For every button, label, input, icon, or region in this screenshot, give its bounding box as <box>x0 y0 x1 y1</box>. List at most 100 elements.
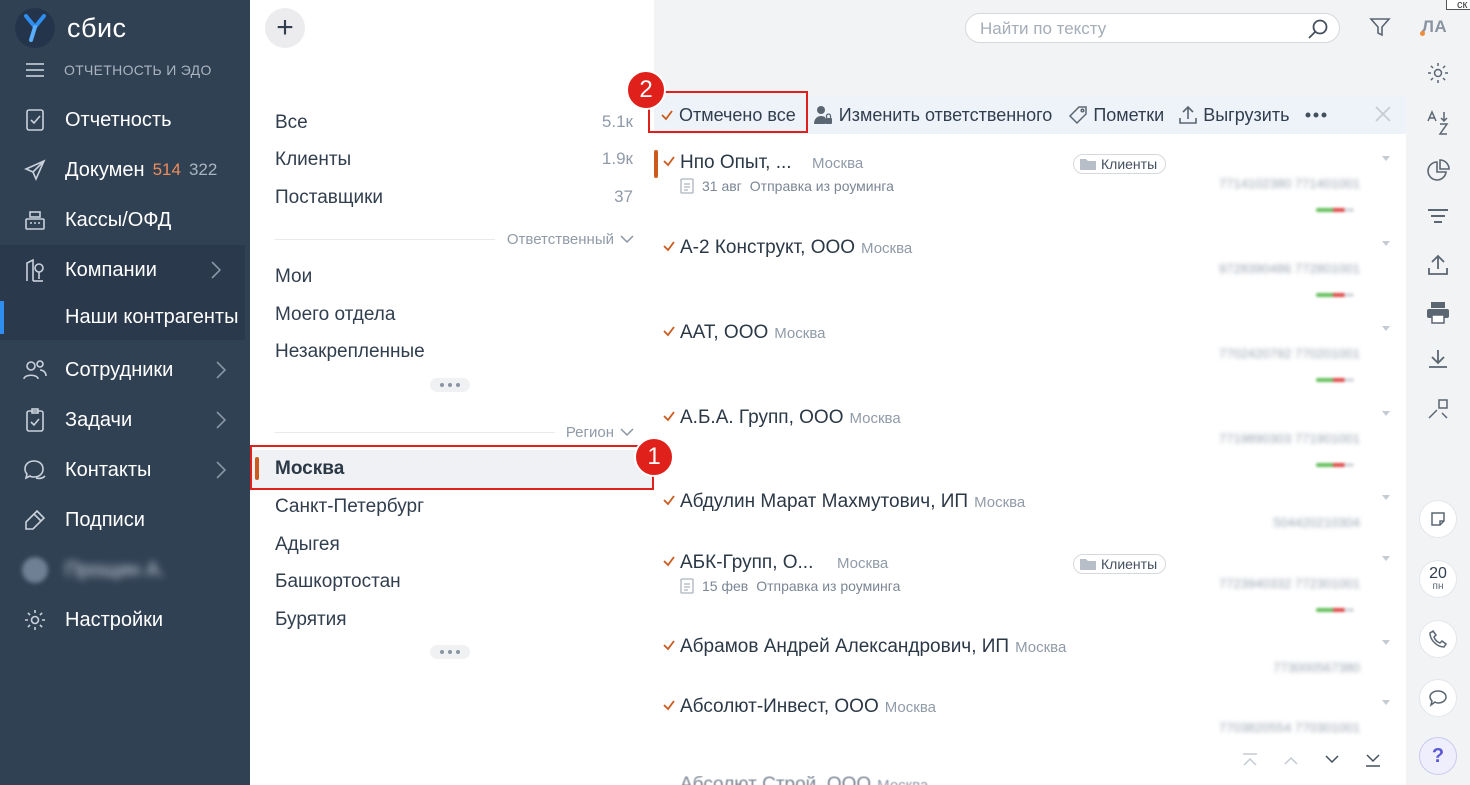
tag-icon <box>1069 106 1088 125</box>
pie-chart-icon[interactable] <box>1424 157 1452 185</box>
filter-label: Поставщики <box>275 187 384 208</box>
collapse-icon[interactable] <box>1424 395 1452 423</box>
chevron-right-icon[interactable] <box>216 461 227 485</box>
row-checkbox[interactable] <box>662 324 676 343</box>
scroll-top-button[interactable] <box>1234 746 1265 774</box>
call-button[interactable] <box>1419 620 1457 658</box>
chevron-right-icon[interactable] <box>211 261 222 285</box>
more-actions-button[interactable] <box>1305 112 1327 118</box>
row-checkbox[interactable] <box>662 239 676 258</box>
filter-my-department[interactable]: Моего отдела <box>275 304 633 326</box>
row-menu-icon[interactable] <box>1382 326 1390 331</box>
filter-all[interactable]: Все 5.1к <box>275 112 633 134</box>
scroll-up-button[interactable] <box>1275 746 1306 774</box>
filter-region[interactable]: Бурятия <box>275 609 633 631</box>
sort-az-icon[interactable] <box>1424 109 1452 137</box>
nav-item-cash[interactable]: Кассы/ОФД <box>0 195 250 245</box>
user-initials[interactable]: ЛА <box>1419 17 1447 37</box>
close-icon[interactable] <box>1374 105 1392 128</box>
divider <box>275 239 495 240</box>
nav-item-reporting[interactable]: Отчетность <box>0 95 250 145</box>
chevron-right-icon[interactable] <box>216 411 227 435</box>
nav-item-contacts[interactable]: Контакты <box>0 445 250 495</box>
filter-clients[interactable]: Клиенты 1.9к <box>275 149 633 171</box>
nav-item-settings[interactable]: Настройки <box>0 595 250 645</box>
filter-label: Москва <box>275 458 345 479</box>
row-menu-icon[interactable] <box>1382 156 1390 161</box>
row-checkbox[interactable] <box>662 698 676 717</box>
row-checkbox[interactable] <box>662 493 676 512</box>
filter-region[interactable]: Башкортостан <box>275 571 633 593</box>
notes-button[interactable] <box>1419 500 1457 538</box>
calendar-button[interactable]: 20 пн <box>1419 560 1457 598</box>
marks-label: Пометки <box>1093 104 1165 125</box>
nav-label: Настройки <box>65 608 164 631</box>
nav-item-profile[interactable]: Прощин А. <box>0 545 250 595</box>
filter-label: Клиенты <box>275 149 352 170</box>
row-checkbox[interactable] <box>662 638 676 657</box>
download-icon[interactable] <box>1424 345 1452 373</box>
section-switcher[interactable]: ОТЧЕТНОСТЬ И ЭДО <box>26 62 212 78</box>
filter-panel: + Все 5.1к Клиенты 1.9к Поставщики 37 От… <box>250 0 654 785</box>
add-button[interactable]: + <box>265 8 305 48</box>
filter-label: Башкортостан <box>275 571 401 592</box>
mark-all-button[interactable]: Отмечено все <box>660 105 796 126</box>
row-menu-icon[interactable] <box>1382 556 1390 561</box>
help-button[interactable]: ? <box>1419 737 1457 775</box>
list-item[interactable]: Абрамов Андрей Александрович, ИП Москва 7… <box>654 636 1406 686</box>
list-item[interactable]: А.Б.А. Групп, ООО Москва 7719890303 77190… <box>654 407 1406 487</box>
nav-subitem-our-contractors[interactable]: Наши контрагенты <box>0 295 245 340</box>
filter-region[interactable]: Санкт-Петербург <box>275 496 633 518</box>
contractor-name: ААТ, ООО Москва <box>680 322 826 343</box>
list-item[interactable]: Абсолют Строй, ОООМосква <box>654 776 1406 785</box>
send-icon <box>22 157 48 183</box>
chevron-right-icon[interactable] <box>216 361 227 385</box>
list-item[interactable]: ААТ, ООО Москва 7702420792 770201001 <box>654 322 1406 402</box>
row-checkbox[interactable] <box>662 154 676 173</box>
row-checkbox[interactable] <box>662 554 676 573</box>
contractor-inn: 773000567380 <box>1273 660 1360 675</box>
printer-icon[interactable] <box>1424 298 1452 326</box>
tag-badge[interactable]: Клиенты <box>1073 154 1167 174</box>
list-item[interactable]: Абдулин Марат Махмутович, ИП Москва 50442… <box>654 491 1406 541</box>
row-menu-icon[interactable] <box>1382 495 1390 500</box>
nav-item-companies[interactable]: Компании <box>0 245 245 295</box>
search-icon[interactable] <box>1307 18 1329 45</box>
change-responsible-button[interactable]: Изменить ответственного <box>812 104 1052 126</box>
row-menu-icon[interactable] <box>1382 411 1390 416</box>
nav-item-documents[interactable]: Докумен 514 322 <box>0 145 250 195</box>
list-item[interactable]: А-2 Конструкт, ООО Москва 9728390486 7728… <box>654 237 1406 317</box>
nav-item-signatures[interactable]: Подписи <box>0 495 250 545</box>
filter-region-selected[interactable]: Москва <box>250 450 654 488</box>
more-regions-button[interactable] <box>430 645 470 659</box>
row-menu-icon[interactable] <box>1382 640 1390 645</box>
menu-icon[interactable] <box>26 63 44 77</box>
scroll-down-button[interactable] <box>1316 746 1347 774</box>
tag-badge[interactable]: Клиенты <box>1073 554 1167 574</box>
marks-button[interactable]: Пометки <box>1068 105 1164 126</box>
list-item[interactable]: АБК-Групп, О... Москва Клиенты 15 фев От… <box>654 552 1406 632</box>
filter-unassigned[interactable]: Незакрепленные <box>275 341 633 363</box>
filter-region[interactable]: Адыгея <box>275 534 633 556</box>
gear-icon[interactable] <box>1424 59 1452 87</box>
list-filter-icon[interactable] <box>1424 203 1452 231</box>
row-checkbox[interactable] <box>662 409 676 428</box>
row-menu-icon[interactable] <box>1382 241 1390 246</box>
filter-suppliers[interactable]: Поставщики 37 <box>275 187 633 209</box>
row-menu-icon[interactable] <box>1382 700 1390 705</box>
nav-item-employees[interactable]: Сотрудники <box>0 345 250 395</box>
nav-item-tasks[interactable]: Задачи <box>0 395 250 445</box>
brand-logo[interactable]: сбис <box>15 8 127 48</box>
responsible-header[interactable]: Ответственный <box>507 231 634 248</box>
scroll-bottom-button[interactable] <box>1357 746 1388 774</box>
filter-mine[interactable]: Мои <box>275 266 633 288</box>
more-responsible-button[interactable] <box>430 378 470 392</box>
export-button[interactable]: Выгрузить <box>1178 105 1289 126</box>
nav-sub-label: Наши контрагенты <box>65 306 239 328</box>
list-item[interactable]: Нпо Опыт, ... Москва Клиенты 31 авг Отпр… <box>654 150 1406 232</box>
chat-button[interactable] <box>1419 679 1457 717</box>
region-header[interactable]: Регион <box>566 424 634 441</box>
upload-icon[interactable] <box>1424 251 1452 279</box>
search-input[interactable] <box>980 19 1300 39</box>
filter-icon[interactable] <box>1368 15 1392 44</box>
